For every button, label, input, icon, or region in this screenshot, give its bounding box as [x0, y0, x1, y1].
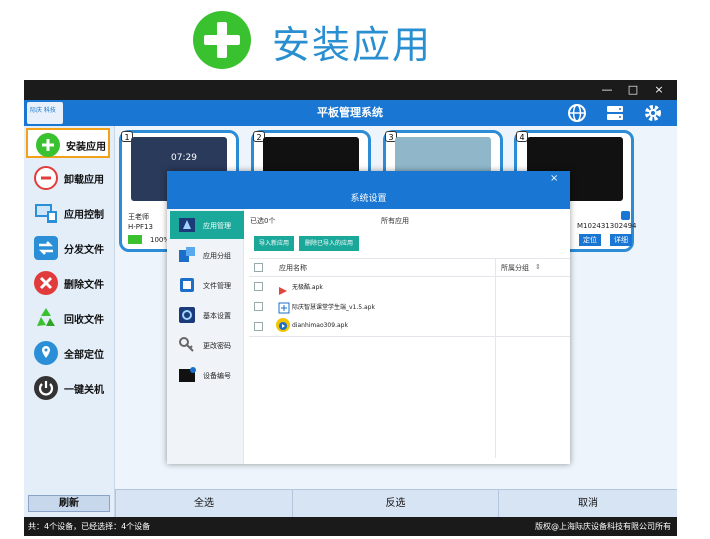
sidebar-item-uninstall[interactable]: 卸载应用	[26, 163, 110, 193]
detail-button[interactable]: 详细	[610, 234, 632, 246]
delete-imported-button[interactable]: 删除已导入的应用	[299, 236, 359, 251]
file-icon	[178, 276, 196, 294]
select-all-checkbox[interactable]	[254, 263, 263, 272]
recycle-icon	[34, 306, 58, 330]
copyright-text: 版权@上海际庆设备科技有限公司所有	[535, 522, 671, 531]
sidebar-item-app-control[interactable]: 应用控制	[26, 198, 110, 228]
dialog-nav-label: 应用分组	[203, 252, 231, 260]
group-icon	[178, 246, 196, 264]
app-icon	[278, 299, 290, 314]
server-icon[interactable]	[604, 102, 626, 124]
monitor-icon	[34, 201, 58, 225]
dialog-title: 系统设置	[167, 189, 570, 209]
cancel-button[interactable]: 取消	[498, 489, 677, 517]
sidebar-item-locate-all[interactable]: 全部定位	[26, 338, 110, 368]
app-name: 际庆智慧课堂学生端_v1.5.apk	[292, 304, 375, 311]
sidebar-item-install[interactable]: 安装应用	[26, 128, 110, 158]
swap-icon	[34, 236, 58, 260]
sidebar-item-delete[interactable]: 删除文件	[26, 268, 110, 298]
key-icon	[178, 336, 196, 354]
tablet-icon	[621, 211, 630, 220]
device-model: H-PF13	[128, 223, 153, 231]
row-checkbox[interactable]	[254, 282, 263, 291]
sidebar-item-label: 安装应用	[66, 142, 106, 153]
device-user: 王老师	[128, 213, 149, 221]
app-icon	[278, 281, 288, 295]
gear-icon[interactable]	[642, 102, 664, 124]
app-name: dianhimao309.apk	[292, 322, 348, 329]
table-row[interactable]: 际庆智慧课堂学生端_v1.5.apk	[249, 297, 495, 316]
app-title: 平板管理系统	[317, 106, 383, 119]
row-checkbox[interactable]	[254, 302, 263, 311]
device-clock: 07:29	[171, 153, 197, 163]
sidebar-item-shutdown[interactable]: 一键关机	[26, 373, 110, 403]
sidebar-item-label: 应用控制	[64, 210, 104, 221]
minus-icon	[34, 166, 58, 190]
dialog-nav-label: 文件管理	[203, 282, 231, 290]
invert-selection-button[interactable]: 反选	[292, 489, 498, 517]
power-icon	[34, 376, 58, 400]
sidebar-item-label: 全部定位	[64, 350, 104, 361]
app-name: 无极酷.apk	[292, 284, 323, 291]
import-app-button[interactable]: 导入新应用	[254, 236, 294, 251]
selected-count: 已选0个	[250, 217, 276, 225]
plus-icon	[36, 133, 60, 157]
dialog-close-button[interactable]: ×	[550, 173, 558, 184]
device-count-text: 共：4个设备，已经选择：4个设备	[28, 522, 151, 531]
location-icon	[34, 341, 58, 365]
app-filter[interactable]: 所有应用	[381, 216, 409, 226]
window-titlebar	[24, 80, 677, 100]
sidebar-item-recycle[interactable]: 回收文件	[26, 303, 110, 333]
dialog-nav-label: 更改密码	[203, 342, 231, 350]
dialog-nav-app-manage[interactable]: 应用管理	[170, 211, 244, 239]
table-divider	[249, 336, 570, 337]
sidebar-item-label: 回收文件	[64, 315, 104, 326]
column-divider	[495, 258, 496, 458]
table-divider	[249, 258, 570, 259]
page-title: 安装应用	[272, 23, 433, 67]
device-model: M102431302494	[577, 222, 637, 230]
company-logo: 际庆 科技	[27, 102, 63, 124]
column-header-name[interactable]: 应用名称	[279, 263, 307, 273]
dialog-nav-app-group[interactable]: 应用分组	[170, 241, 244, 269]
sidebar-item-label: 删除文件	[64, 280, 104, 291]
close-button[interactable]: ×	[650, 80, 668, 100]
settings-icon	[178, 306, 196, 324]
dialog-nav-change-password[interactable]: 更改密码	[170, 331, 244, 359]
dialog-nav-device-number[interactable]: 设备编号	[170, 361, 244, 389]
device-id-icon	[178, 366, 196, 384]
dialog-topbar	[167, 171, 570, 189]
row-checkbox[interactable]	[254, 322, 263, 331]
globe-icon[interactable]	[566, 102, 588, 124]
battery-icon	[128, 235, 142, 244]
table-row[interactable]: 无极酷.apk	[249, 277, 495, 296]
sidebar-item-label: 分发文件	[64, 245, 104, 256]
dialog-nav-label: 基本设置	[203, 312, 231, 320]
maximize-button[interactable]: □	[624, 80, 642, 100]
dialog-nav-basic-settings[interactable]: 基本设置	[170, 301, 244, 329]
sort-icon[interactable]: ⇕	[535, 263, 541, 271]
sidebar-item-label: 卸载应用	[64, 175, 104, 186]
logo-text: 际庆 科技	[30, 107, 56, 114]
app-icon	[276, 318, 290, 332]
status-bar: 共：4个设备，已经选择：4个设备 版权@上海际庆设备科技有限公司所有	[24, 517, 677, 536]
app-store-icon	[178, 216, 196, 234]
plus-icon	[193, 11, 251, 69]
column-header-group[interactable]: 所属分组	[501, 263, 529, 273]
dialog-nav-label: 设备编号	[203, 372, 231, 380]
refresh-button[interactable]: 刷新	[28, 495, 110, 512]
sidebar-item-distribute[interactable]: 分发文件	[26, 233, 110, 263]
table-row[interactable]: dianhimao309.apk	[249, 317, 495, 336]
dialog-nav-label: 应用管理	[203, 222, 231, 230]
sidebar-item-label: 一键关机	[64, 385, 104, 396]
select-all-button[interactable]: 全选	[115, 489, 292, 517]
locate-button[interactable]: 定位	[579, 234, 601, 246]
dialog-nav-file-manage[interactable]: 文件管理	[170, 271, 244, 299]
minimize-button[interactable]: —	[598, 80, 616, 100]
delete-icon	[34, 271, 58, 295]
